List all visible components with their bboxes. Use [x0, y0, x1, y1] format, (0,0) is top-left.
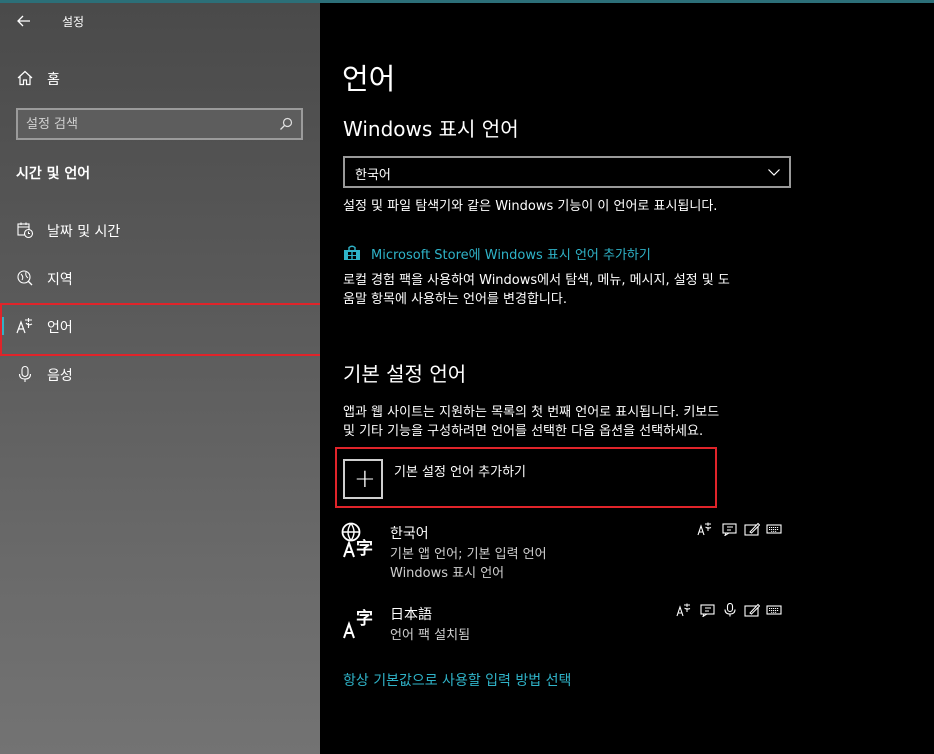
- settings-search[interactable]: [16, 108, 303, 140]
- handwriting-feature-icon: [744, 603, 760, 617]
- sidebar: 설정 홈 시간 및 언어 날짜 및 시간 지역: [0, 3, 320, 754]
- back-arrow-icon: [17, 15, 30, 27]
- store-description-line2: 움말 항목에 사용하는 언어를 변경합니다.: [343, 292, 567, 307]
- language-name: 日本語: [390, 607, 432, 623]
- sidebar-item-region[interactable]: 지역: [0, 257, 320, 297]
- text-to-speech-feature-icon: [722, 523, 737, 536]
- language-glyph-icon: 字: [343, 608, 373, 639]
- language-item-japanese[interactable]: 字 日本語 언어 팩 설치됨: [340, 600, 790, 646]
- language-detail: Windows 표시 언어: [390, 566, 505, 581]
- text-to-speech-feature-icon: [700, 604, 715, 617]
- store-language-link[interactable]: Microsoft Store에 Windows 표시 언어 추가하기: [371, 244, 651, 263]
- preferred-description-line2: 및 기타 기능을 구성하려면 언어를 선택한 다음 옵션을 선택하세요.: [343, 424, 704, 439]
- search-icon: [280, 117, 293, 130]
- display-language-description: 설정 및 파일 탐색기와 같은 Windows 기능이 이 언어로 표시됩니다.: [343, 199, 718, 214]
- svg-text:字: 字: [356, 608, 373, 629]
- calendar-clock-icon: [17, 222, 34, 239]
- display-language-icon: 字: [341, 522, 373, 559]
- dropdown-value: 한국어: [355, 168, 391, 183]
- sidebar-item-home[interactable]: 홈: [0, 57, 320, 97]
- language-detail: 기본 앱 언어; 기본 입력 언어: [390, 547, 547, 562]
- sidebar-item-date-time[interactable]: 날짜 및 시간: [0, 209, 320, 249]
- display-language-feature-icon: [676, 603, 691, 617]
- chevron-down-icon: [768, 169, 780, 176]
- section-title: 시간 및 언어: [16, 166, 91, 182]
- display-language-heading: Windows 표시 언어: [343, 117, 519, 141]
- speech-feature-icon: [724, 603, 736, 617]
- svg-text:字: 字: [356, 538, 373, 559]
- app-title: 설정: [62, 15, 85, 29]
- main-content: 언어 Windows 표시 언어 한국어 설정 및 파일 탐색기와 같은 Win…: [320, 3, 934, 754]
- globe-region-icon: [17, 270, 33, 286]
- language-item-korean[interactable]: 字 한국어 기본 앱 언어; 기본 입력 언어 Windows 표시 언어: [340, 519, 790, 581]
- search-input[interactable]: [26, 115, 266, 133]
- language-name: 한국어: [390, 526, 429, 542]
- sidebar-item-label: 지역: [47, 272, 73, 288]
- sidebar-item-label: 홈: [47, 72, 60, 88]
- keyboard-feature-icon: [766, 605, 782, 615]
- sidebar-item-label: 음성: [47, 368, 73, 384]
- handwriting-feature-icon: [744, 522, 760, 536]
- page-title: 언어: [342, 62, 396, 96]
- store-description-line1: 로컬 경험 팩을 사용하여 Windows에서 탐색, 메뉴, 메시지, 설정 …: [343, 273, 730, 288]
- microphone-icon: [18, 365, 32, 382]
- language-detail: 언어 팩 설치됨: [390, 628, 471, 643]
- display-language-dropdown[interactable]: 한국어: [343, 156, 791, 188]
- keyboard-feature-icon: [766, 524, 782, 534]
- back-button[interactable]: [10, 7, 38, 35]
- preferred-description-line1: 앱과 웹 사이트는 지원하는 목록의 첫 번째 언어로 표시됩니다. 키보드: [343, 405, 720, 420]
- preferred-languages-heading: 기본 설정 언어: [343, 362, 467, 386]
- highlight-box: [0, 303, 331, 356]
- sidebar-item-label: 날짜 및 시간: [47, 224, 121, 240]
- sidebar-item-speech[interactable]: 음성: [0, 353, 320, 393]
- microsoft-store-icon: [344, 245, 360, 260]
- highlight-box: [335, 447, 717, 508]
- default-input-method-link[interactable]: 항상 기본값으로 사용할 입력 방법 선택: [343, 670, 571, 690]
- home-icon: [17, 70, 33, 86]
- display-language-feature-icon: [697, 522, 712, 536]
